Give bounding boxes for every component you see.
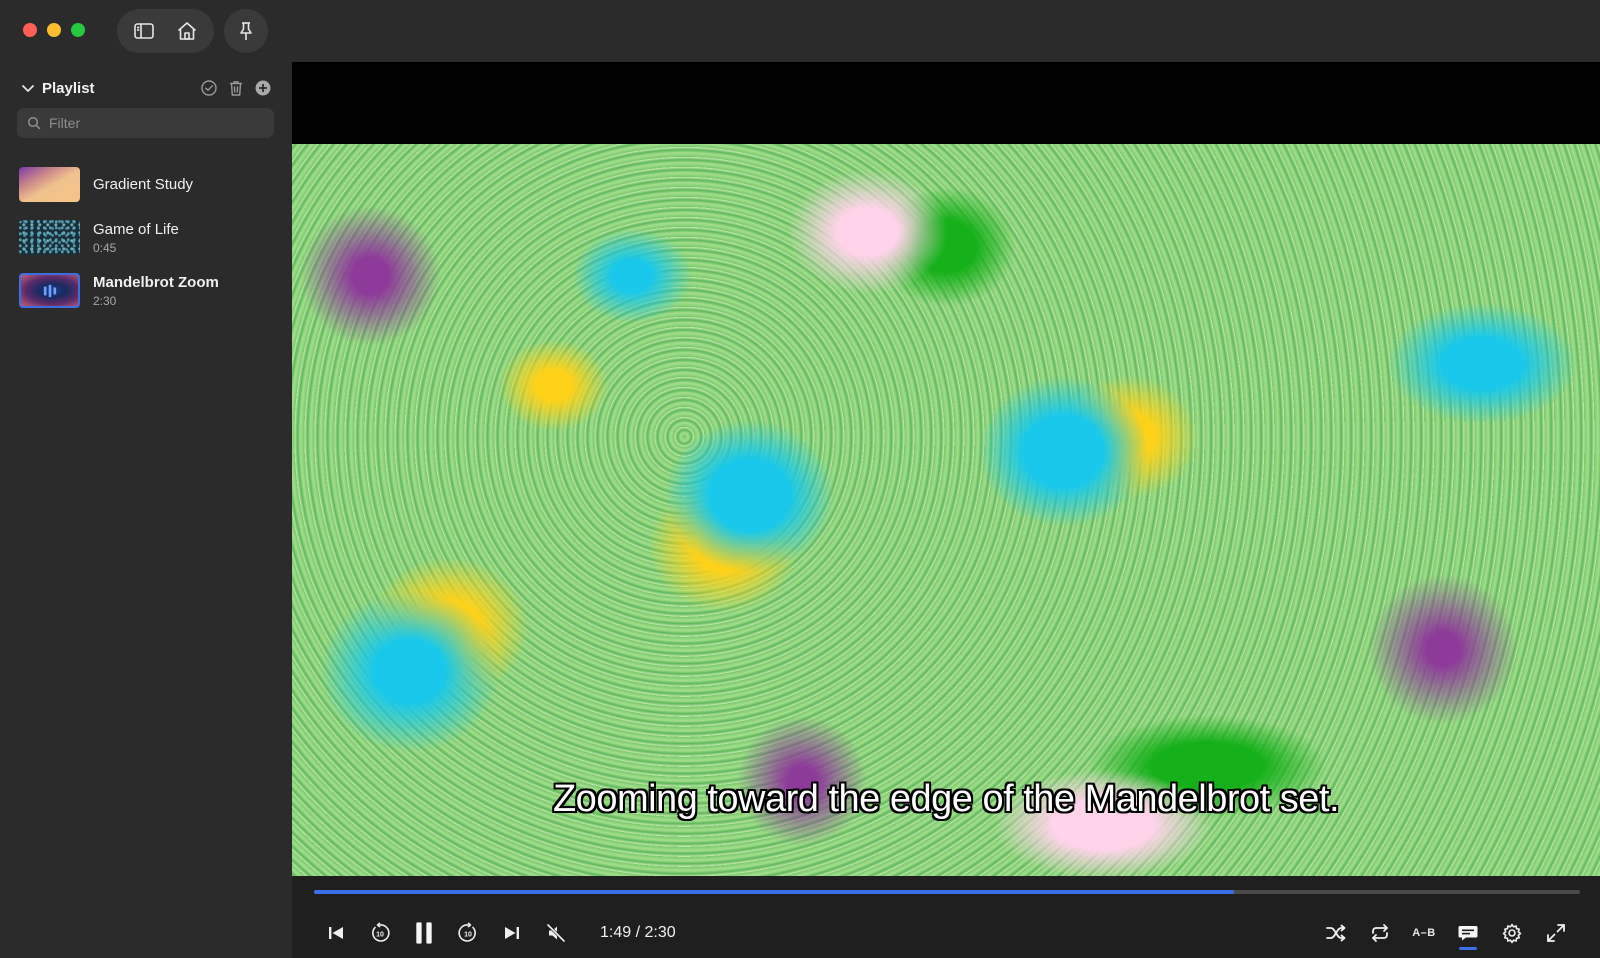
playing-indicator-icon [43,284,56,297]
progress-bar[interactable] [314,890,1580,894]
player-controls: 10 10 1:49 / 2:30 A–B [292,876,1600,958]
settings-gear-icon [1502,923,1522,944]
plus-circle-icon[interactable] [254,79,272,97]
checkmark-circle-icon[interactable] [200,79,218,97]
subtitles-icon [1458,926,1478,941]
window-controls [23,23,85,37]
playlist-item-duration: 0:45 [93,240,117,255]
pause-icon [416,922,432,944]
muted-speaker-icon [546,923,566,943]
sidebar: Playlist Filter Gradient Study Game of L… [0,0,292,958]
minimize-window-button[interactable] [47,23,61,37]
playlist-item-name: Gradient Study [93,176,194,193]
subtitles-button[interactable] [1446,916,1490,950]
rewind-10-button[interactable]: 10 [358,916,402,950]
video-thumbnail [19,167,80,202]
pin-button[interactable] [224,9,268,53]
close-window-button[interactable] [23,23,37,37]
previous-icon [329,927,343,939]
subtitle-text: Zooming toward the edge of the Mandelbro… [552,778,1340,820]
playback-options: A–B [1314,916,1578,950]
fullscreen-button[interactable] [1534,916,1578,950]
fullscreen-icon [1547,924,1565,942]
maximize-window-button[interactable] [71,23,85,37]
ab-loop-label: A–B [1412,927,1436,939]
svg-text:10: 10 [464,932,472,939]
repeat-icon [1372,924,1388,942]
playlist-item-gradient-study[interactable]: Gradient Study [0,158,292,211]
next-button[interactable] [490,916,534,950]
ab-loop-button[interactable]: A–B [1402,916,1446,950]
mute-button[interactable] [534,916,578,950]
playlist-items: Gradient Study Game of Life 0:45 Mandelb… [0,158,292,317]
pause-button[interactable] [402,916,446,950]
filter-field [17,108,274,138]
settings-button[interactable] [1490,916,1534,950]
video-frame[interactable] [292,144,1600,876]
previous-button[interactable] [314,916,358,950]
shuffle-button[interactable] [1314,916,1358,950]
playlist-item-duration: 2:30 [93,293,117,308]
time-separator: / [631,924,645,941]
sidebar-toggle-icon [134,23,155,39]
timecode: 1:49 / 2:30 [600,924,676,942]
playback-controls: 10 10 1:49 / 2:30 [314,916,676,950]
current-time: 1:49 [600,924,632,941]
rewind-10-icon: 10 [372,922,390,942]
playlist-actions [200,79,272,97]
forward-10-icon: 10 [458,922,476,942]
home-button[interactable] [169,13,205,49]
toggle-sidebar-button[interactable] [126,13,162,49]
pin-icon [240,22,252,40]
playlist-item-name: Game of Life [93,220,179,238]
filter-input[interactable] [49,115,259,131]
shuffle-icon [1326,924,1346,942]
chevron-down-icon[interactable] [20,80,36,96]
playlist-item-mandelbrot-zoom[interactable]: Mandelbrot Zoom 2:30 [0,264,292,317]
video-area[interactable]: Zooming toward the edge of the Mandelbro… [292,62,1600,876]
video-thumbnail [19,273,80,308]
next-icon [505,927,519,939]
repeat-button[interactable] [1358,916,1402,950]
total-time: 2:30 [644,924,676,941]
search-icon [27,116,41,130]
playlist-item-game-of-life[interactable]: Game of Life 0:45 [0,211,292,264]
title-bar [292,0,1600,62]
playlist-header: Playlist [20,76,272,100]
video-thumbnail [19,220,80,255]
svg-text:10: 10 [376,932,384,939]
playlist-item-name: Mandelbrot Zoom [93,273,219,291]
forward-10-button[interactable]: 10 [446,916,490,950]
app-window: Playlist Filter Gradient Study Game of L… [0,0,1600,958]
progress-fill [314,890,1234,894]
home-icon [177,22,196,40]
playlist-title: Playlist [42,79,95,97]
trash-icon[interactable] [227,79,245,97]
toolbar-group [117,9,214,53]
